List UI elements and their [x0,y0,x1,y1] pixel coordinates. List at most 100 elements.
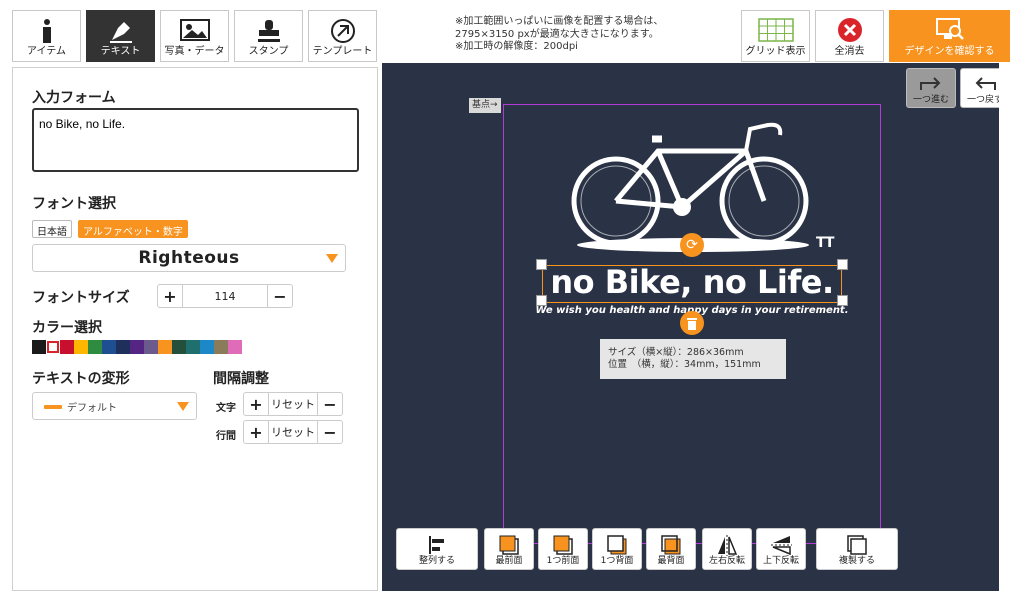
close-circle-icon [816,15,883,45]
color-swatch[interactable] [144,340,158,354]
stamp-icon [235,16,302,46]
input-form-title: 入力フォーム [32,90,116,106]
color-swatch[interactable] [46,340,60,354]
flip-vertical-icon [757,533,805,557]
size-info: サイズ（横×縦）：286×36mm [608,347,744,358]
bicycle-graphic[interactable] [570,103,816,253]
color-swatch[interactable] [102,340,116,354]
top-toolbar: アイテム テキスト 写真・データ スタンプ テンプレート ※加工範囲いっぱいに画… [0,0,1024,64]
pen-icon [87,16,154,46]
bring-forward-button[interactable]: 1つ前面 [538,528,588,570]
color-swatch[interactable] [228,340,242,354]
minus-icon[interactable]: − [268,285,292,307]
grid-toggle-button[interactable]: グリッド表示 [741,10,810,62]
font-size-value[interactable]: 114 [182,285,268,307]
line-spacing-stepper: + リセット − [243,420,343,444]
info-icon [13,16,80,46]
template-icon [309,16,376,46]
font-size-title: フォントサイズ [32,290,130,306]
plus-icon[interactable]: + [244,421,268,443]
font-size-stepper: + 114 − [157,284,293,308]
bring-to-front-button[interactable]: 最前面 [484,528,534,570]
duplicate-button[interactable]: 複製する [816,528,898,570]
resize-handle[interactable] [837,295,848,306]
color-swatch[interactable] [32,340,46,354]
clear-all-button[interactable]: 全消去 [815,10,884,62]
color-swatch[interactable] [116,340,130,354]
image-icon [161,16,228,46]
text-deform-title: テキストの変形 [32,371,130,387]
align-button[interactable]: 整列する [396,528,478,570]
minus-icon[interactable]: − [318,393,342,415]
color-swatch[interactable] [158,340,172,354]
chevron-down-icon [177,402,189,411]
rotate-icon[interactable]: ⟳ [680,233,704,257]
resize-handle[interactable] [536,259,547,270]
flip-vertical-button[interactable]: 上下反転 [756,528,806,570]
notice-line: 2795×3150 pxが最適な大きさになります。 [455,28,659,40]
line-spacing-reset[interactable]: リセット [268,421,318,443]
flip-horizontal-button[interactable]: 左右反転 [702,528,752,570]
color-swatch[interactable] [130,340,144,354]
tab-stamp[interactable]: スタンプ [234,10,303,62]
font-dropdown[interactable]: Righteous [32,244,346,272]
color-swatch[interactable] [186,340,200,354]
tab-photo[interactable]: 写真・データ [160,10,229,62]
text-deform-dropdown[interactable]: デフォルト [32,392,197,420]
align-left-icon [397,533,477,557]
font-tab-japanese[interactable]: 日本語 [32,220,72,238]
confirm-design-button[interactable]: デザインを確認する [889,10,1010,62]
color-swatch[interactable] [88,340,102,354]
text-settings-panel: 入力フォーム no Bike, no Life. フォント選択 日本語 アルファ… [12,67,378,591]
position-info: 位置 （横，縦）：34mm，151mm [608,359,761,370]
plus-icon[interactable]: + [244,393,268,415]
deform-default-icon [44,405,62,409]
monitor-search-icon [890,15,1009,45]
send-backward-button[interactable]: 1つ背面 [592,528,642,570]
undo-button[interactable]: 一つ戻す [960,68,999,108]
trash-icon[interactable] [680,311,704,335]
redo-icon [920,77,941,90]
size-position-info: サイズ（横×縦）：286×36mm 位置 （横，縦）：34mm，151mm [600,339,786,379]
spacing-title: 間隔調整 [213,371,269,387]
send-back-icon [647,533,695,557]
bring-front-icon [485,533,533,557]
send-to-back-button[interactable]: 最背面 [646,528,696,570]
color-swatch[interactable] [214,340,228,354]
redo-button[interactable]: 一つ進む [906,68,956,108]
char-spacing-reset[interactable]: リセット [268,393,318,415]
font-tab-alphanumeric[interactable]: アルファベット・数字 [78,220,188,238]
undo-icon [975,77,996,90]
char-spacing-label: 文字 [216,403,236,414]
color-swatch[interactable] [74,340,88,354]
tt-mark: TT [816,235,834,251]
color-swatch[interactable] [60,340,74,354]
char-spacing-stepper: + リセット − [243,392,343,416]
color-swatch[interactable] [200,340,214,354]
notice-line: ※加工範囲いっぱいに画像を配置する場合は、 [455,16,664,27]
bring-forward-icon [539,533,587,557]
color-swatch[interactable] [172,340,186,354]
line-spacing-label: 行間 [216,431,236,442]
design-canvas[interactable]: 基点→ TT no Bike, no Life. We wish you hea… [382,63,999,591]
deform-value: デフォルト [67,402,117,414]
color-palette [32,340,242,354]
color-select-title: カラー選択 [32,320,102,336]
base-point-label: 基点→ [469,98,501,113]
selected-font: Righteous [138,248,240,268]
selection-box[interactable] [542,265,842,303]
resize-handle[interactable] [536,295,547,306]
plus-icon[interactable]: + [158,285,182,307]
minus-icon[interactable]: − [318,421,342,443]
tab-text[interactable]: テキスト [86,10,155,62]
redo-label: 一つ進む [912,95,949,105]
resize-handle[interactable] [837,259,848,270]
grid-icon [742,15,809,45]
send-backward-icon [593,533,641,557]
duplicate-icon [817,533,897,557]
notice-line: ※加工時の解像度：200dpi [455,41,578,52]
tab-template[interactable]: テンプレート [308,10,377,62]
undo-label: 一つ戻す [966,95,999,105]
text-input[interactable]: no Bike, no Life. [32,108,359,172]
tab-item[interactable]: アイテム [12,10,81,62]
